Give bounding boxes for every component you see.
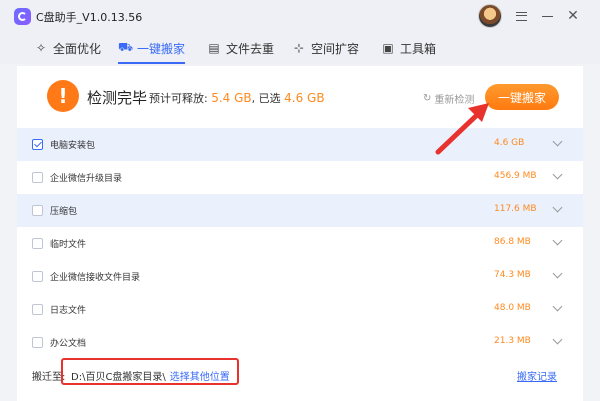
annotation-arrow: [435, 103, 489, 155]
